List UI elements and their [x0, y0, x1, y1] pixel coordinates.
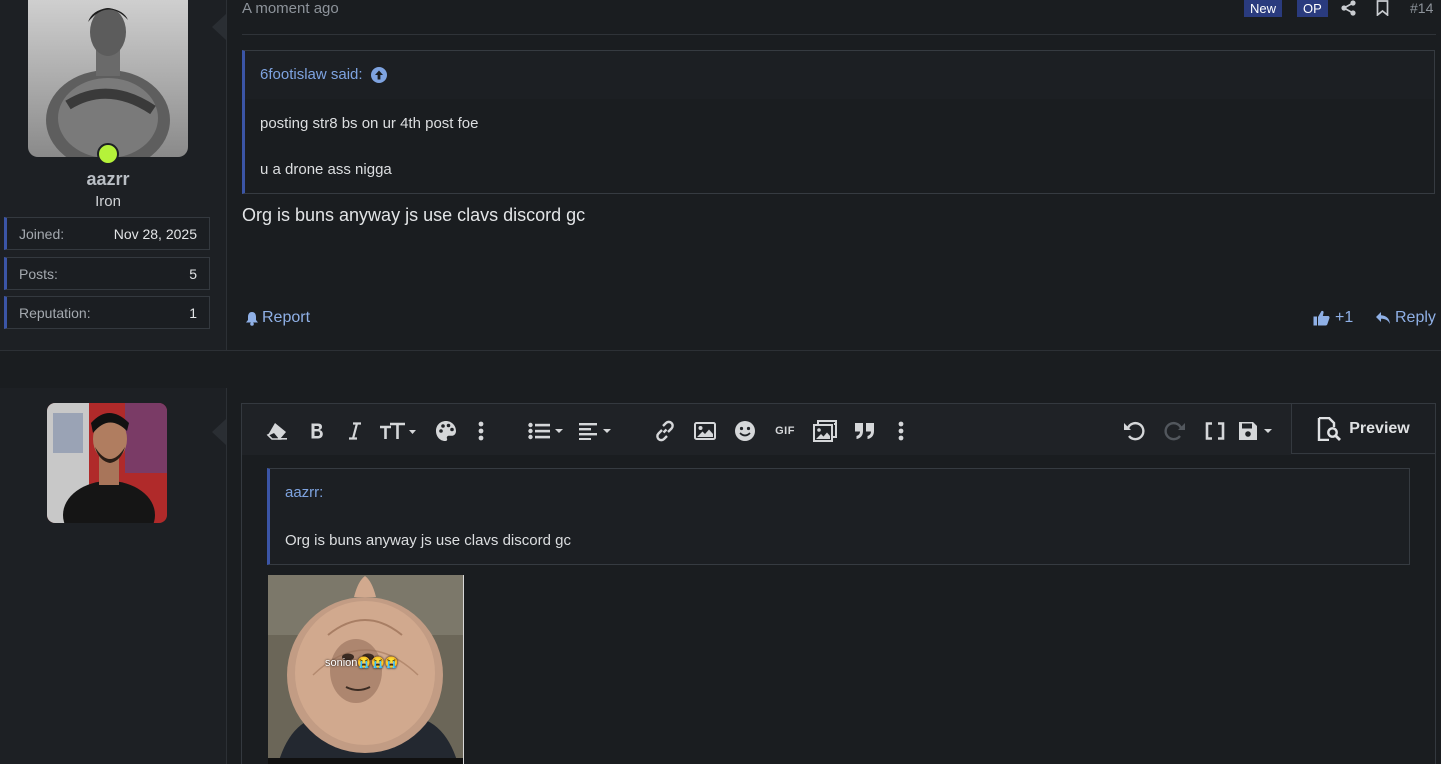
- redo-button[interactable]: [1161, 418, 1189, 444]
- post-body: Org is buns anyway js use clavs discord …: [242, 205, 586, 225]
- op-badge: OP: [1297, 0, 1328, 17]
- quote-body: Org is buns anyway js use clavs discord …: [285, 532, 571, 549]
- list-icon: [528, 422, 563, 440]
- insert-image-button[interactable]: [691, 418, 719, 444]
- stat-posts: Posts: 5: [4, 257, 210, 290]
- new-badge: New: [1244, 0, 1283, 17]
- post-header-divider: [242, 34, 1436, 35]
- italic-icon: [349, 422, 361, 440]
- thumbs-up-icon: [1313, 310, 1330, 326]
- quote-author[interactable]: aazrr:: [285, 484, 323, 501]
- arrow-up-circle-icon[interactable]: [370, 66, 387, 83]
- stat-label: Posts:: [19, 265, 58, 282]
- embedded-gif[interactable]: [268, 575, 464, 764]
- stat-reputation: Reputation: 1: [4, 296, 210, 329]
- text-size-icon: [380, 422, 416, 439]
- gif-caption: sonion😭😭😭: [325, 657, 399, 669]
- quote-line: posting str8 bs on ur 4th post foe: [260, 115, 479, 132]
- stat-label: Joined:: [19, 225, 65, 242]
- insert-emoji-button[interactable]: [731, 418, 759, 444]
- quote-author-text[interactable]: 6footislaw said:: [260, 66, 363, 83]
- message-pointer: [212, 14, 226, 40]
- smile-icon: [735, 421, 755, 441]
- reply-label[interactable]: Reply: [1395, 309, 1436, 327]
- preview-label[interactable]: Preview: [1349, 420, 1409, 438]
- italic-button[interactable]: [341, 418, 369, 444]
- preview-icon: [1318, 416, 1342, 441]
- user-title: Iron: [95, 193, 121, 210]
- post-number[interactable]: #14: [1410, 0, 1433, 16]
- bookmark-icon[interactable]: [1376, 0, 1389, 16]
- preview-button[interactable]: Preview: [1291, 404, 1435, 454]
- reply-icon: [1376, 312, 1390, 324]
- toggle-bbcode-button[interactable]: [1201, 418, 1229, 444]
- more-insert-options-button[interactable]: [887, 418, 915, 444]
- bell-icon: [246, 311, 258, 326]
- insert-gif-button[interactable]: GIF: [771, 418, 799, 444]
- avatar[interactable]: [47, 403, 167, 523]
- like-count[interactable]: +1: [1335, 309, 1353, 327]
- palette-icon: [436, 421, 456, 441]
- bold-button[interactable]: [303, 418, 331, 444]
- share-icon[interactable]: [1340, 0, 1357, 16]
- undo-icon: [1124, 421, 1145, 441]
- redo-icon: [1164, 421, 1185, 441]
- quote-line: u a drone ass nigga: [260, 161, 392, 178]
- align-icon: [579, 423, 611, 440]
- report-label[interactable]: Report: [262, 309, 310, 327]
- brackets-icon: [1205, 422, 1225, 440]
- link-icon: [656, 420, 674, 442]
- color-button[interactable]: [432, 418, 460, 444]
- insert-quote-button[interactable]: [851, 418, 879, 444]
- username[interactable]: aazrr: [0, 169, 216, 190]
- stat-value: Nov 28, 2025: [113, 225, 197, 242]
- save-icon: [1239, 422, 1272, 440]
- eraser-icon: [266, 423, 287, 440]
- stat-value: 5: [189, 265, 197, 282]
- insert-media-button[interactable]: [811, 418, 839, 444]
- list-button[interactable]: [528, 418, 564, 444]
- undo-button[interactable]: [1120, 418, 1148, 444]
- stat-joined: Joined: Nov 28, 2025: [4, 217, 210, 250]
- more-vertical-icon: [898, 421, 904, 441]
- image-icon: [694, 422, 716, 440]
- media-icon: [813, 420, 837, 442]
- reply-button[interactable]: Reply: [1375, 309, 1436, 327]
- post-gap: [0, 351, 1441, 388]
- quote-author[interactable]: 6footislaw said:: [260, 66, 387, 83]
- text-size-button[interactable]: [378, 418, 418, 444]
- clear-format-button[interactable]: [263, 418, 291, 444]
- quote-block: [267, 468, 1410, 565]
- report-button[interactable]: Report: [245, 309, 310, 327]
- like-button[interactable]: +1: [1313, 309, 1353, 327]
- drafts-button[interactable]: [1238, 418, 1274, 444]
- gif-icon: GIF: [775, 425, 795, 437]
- post-date[interactable]: A moment ago: [242, 0, 339, 17]
- online-status-indicator: [97, 143, 119, 165]
- avatar[interactable]: [28, 0, 188, 157]
- align-button[interactable]: [578, 418, 614, 444]
- message-pointer: [212, 419, 226, 445]
- quote-icon: [855, 423, 874, 439]
- stat-label: Reputation:: [19, 304, 91, 321]
- more-vertical-icon: [478, 421, 484, 441]
- more-text-options-button[interactable]: [467, 418, 495, 444]
- bold-icon: [311, 423, 323, 439]
- insert-link-button[interactable]: [651, 418, 679, 444]
- stat-value: 1: [189, 304, 197, 321]
- quote-body-background: [245, 99, 1434, 193]
